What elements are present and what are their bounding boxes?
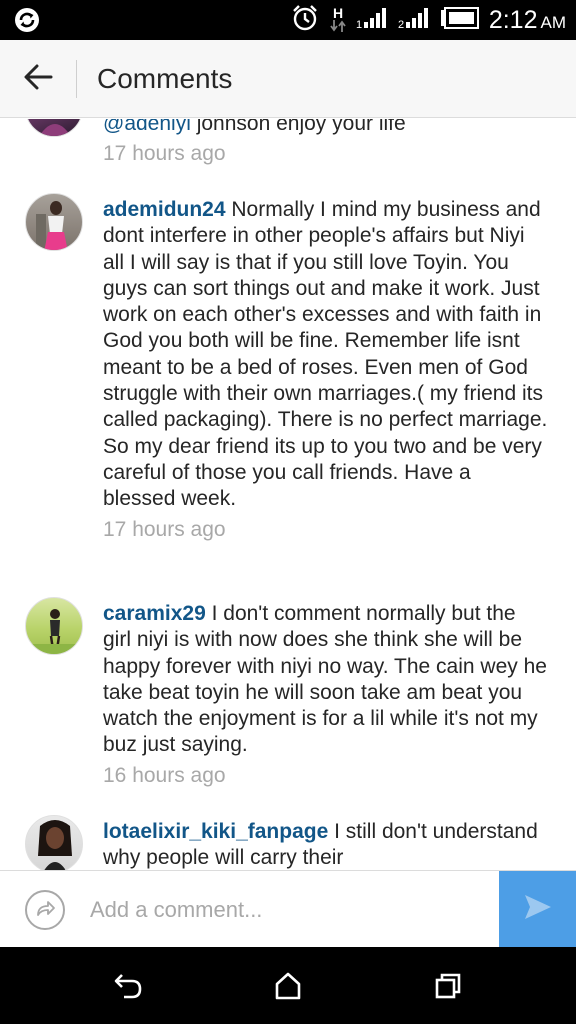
comments-list[interactable]: @adeniyi johnson enjoy your life 17 hour… [0, 119, 576, 870]
back-nav-icon[interactable] [111, 969, 145, 1003]
svg-text:2: 2 [398, 19, 404, 30]
comment-body: ademidun24 Normally I mind my business a… [103, 197, 548, 543]
mention-circle-icon[interactable] [25, 890, 65, 930]
comment-time: 16 hours ago [103, 763, 226, 787]
network-label: H [332, 5, 344, 21]
avatar[interactable] [25, 193, 83, 251]
signal-2-icon: 2 [398, 6, 430, 35]
status-icons: H 1 2 [290, 4, 480, 36]
comment-body: caramix29 I don't comment normally but t… [103, 601, 548, 789]
recents-nav-icon[interactable] [431, 969, 465, 1003]
sync-icon [12, 5, 42, 35]
comment-text: lotaelixir_kiki_fanpage I still don't un… [103, 819, 548, 870]
comment-text: caramix29 I don't comment normally but t… [103, 601, 548, 759]
comment-body: @adeniyi johnson enjoy your life 17 hour… [103, 119, 548, 167]
comment-message: I don't comment normally but the girl ni… [103, 602, 547, 757]
username-link[interactable]: lotaelixir_kiki_fanpage [103, 820, 328, 843]
username-link[interactable]: caramix29 [103, 602, 206, 625]
mention-link[interactable]: @adeniyi [103, 119, 191, 135]
clock: 2:12 AM [489, 6, 566, 37]
header: Comments [0, 40, 576, 118]
avatar[interactable] [25, 119, 83, 137]
avatar[interactable] [25, 597, 83, 655]
comment-item: @adeniyi johnson enjoy your life 17 hour… [0, 119, 576, 199]
clock-time: 2:12 [488, 6, 538, 34]
arrow-left-icon [23, 64, 53, 95]
send-arrow-icon [523, 893, 553, 926]
comment-time: 17 hours ago [103, 142, 226, 166]
signal-1-icon: 1 [356, 6, 388, 35]
comment-text: @adeniyi johnson enjoy your life [103, 119, 548, 137]
page-title: Comments [97, 63, 233, 94]
send-button[interactable] [499, 871, 576, 948]
comment-message: johnson enjoy your life [190, 119, 406, 135]
header-divider [76, 60, 77, 98]
comment-input[interactable] [90, 893, 490, 927]
navigation-bar [0, 947, 576, 1024]
comment-text: ademidun24 Normally I mind my business a… [103, 197, 548, 513]
home-nav-icon[interactable] [271, 969, 305, 1003]
comment-message: Normally I mind my business and dont int… [103, 198, 548, 511]
alarm-icon [290, 3, 320, 38]
comment-composer [0, 870, 576, 948]
status-bar: H 1 2 2:12 AM [0, 0, 576, 40]
clock-ampm: AM [540, 13, 567, 32]
battery-icon [440, 6, 480, 34]
back-button[interactable] [14, 58, 62, 100]
username-link[interactable]: ademidun24 [103, 198, 226, 221]
comment-body: lotaelixir_kiki_fanpage I still don't un… [103, 819, 548, 870]
network-h-icon: H [330, 5, 346, 33]
svg-text:1: 1 [356, 19, 362, 30]
avatar[interactable] [25, 815, 83, 870]
comment-time: 17 hours ago [103, 517, 226, 541]
